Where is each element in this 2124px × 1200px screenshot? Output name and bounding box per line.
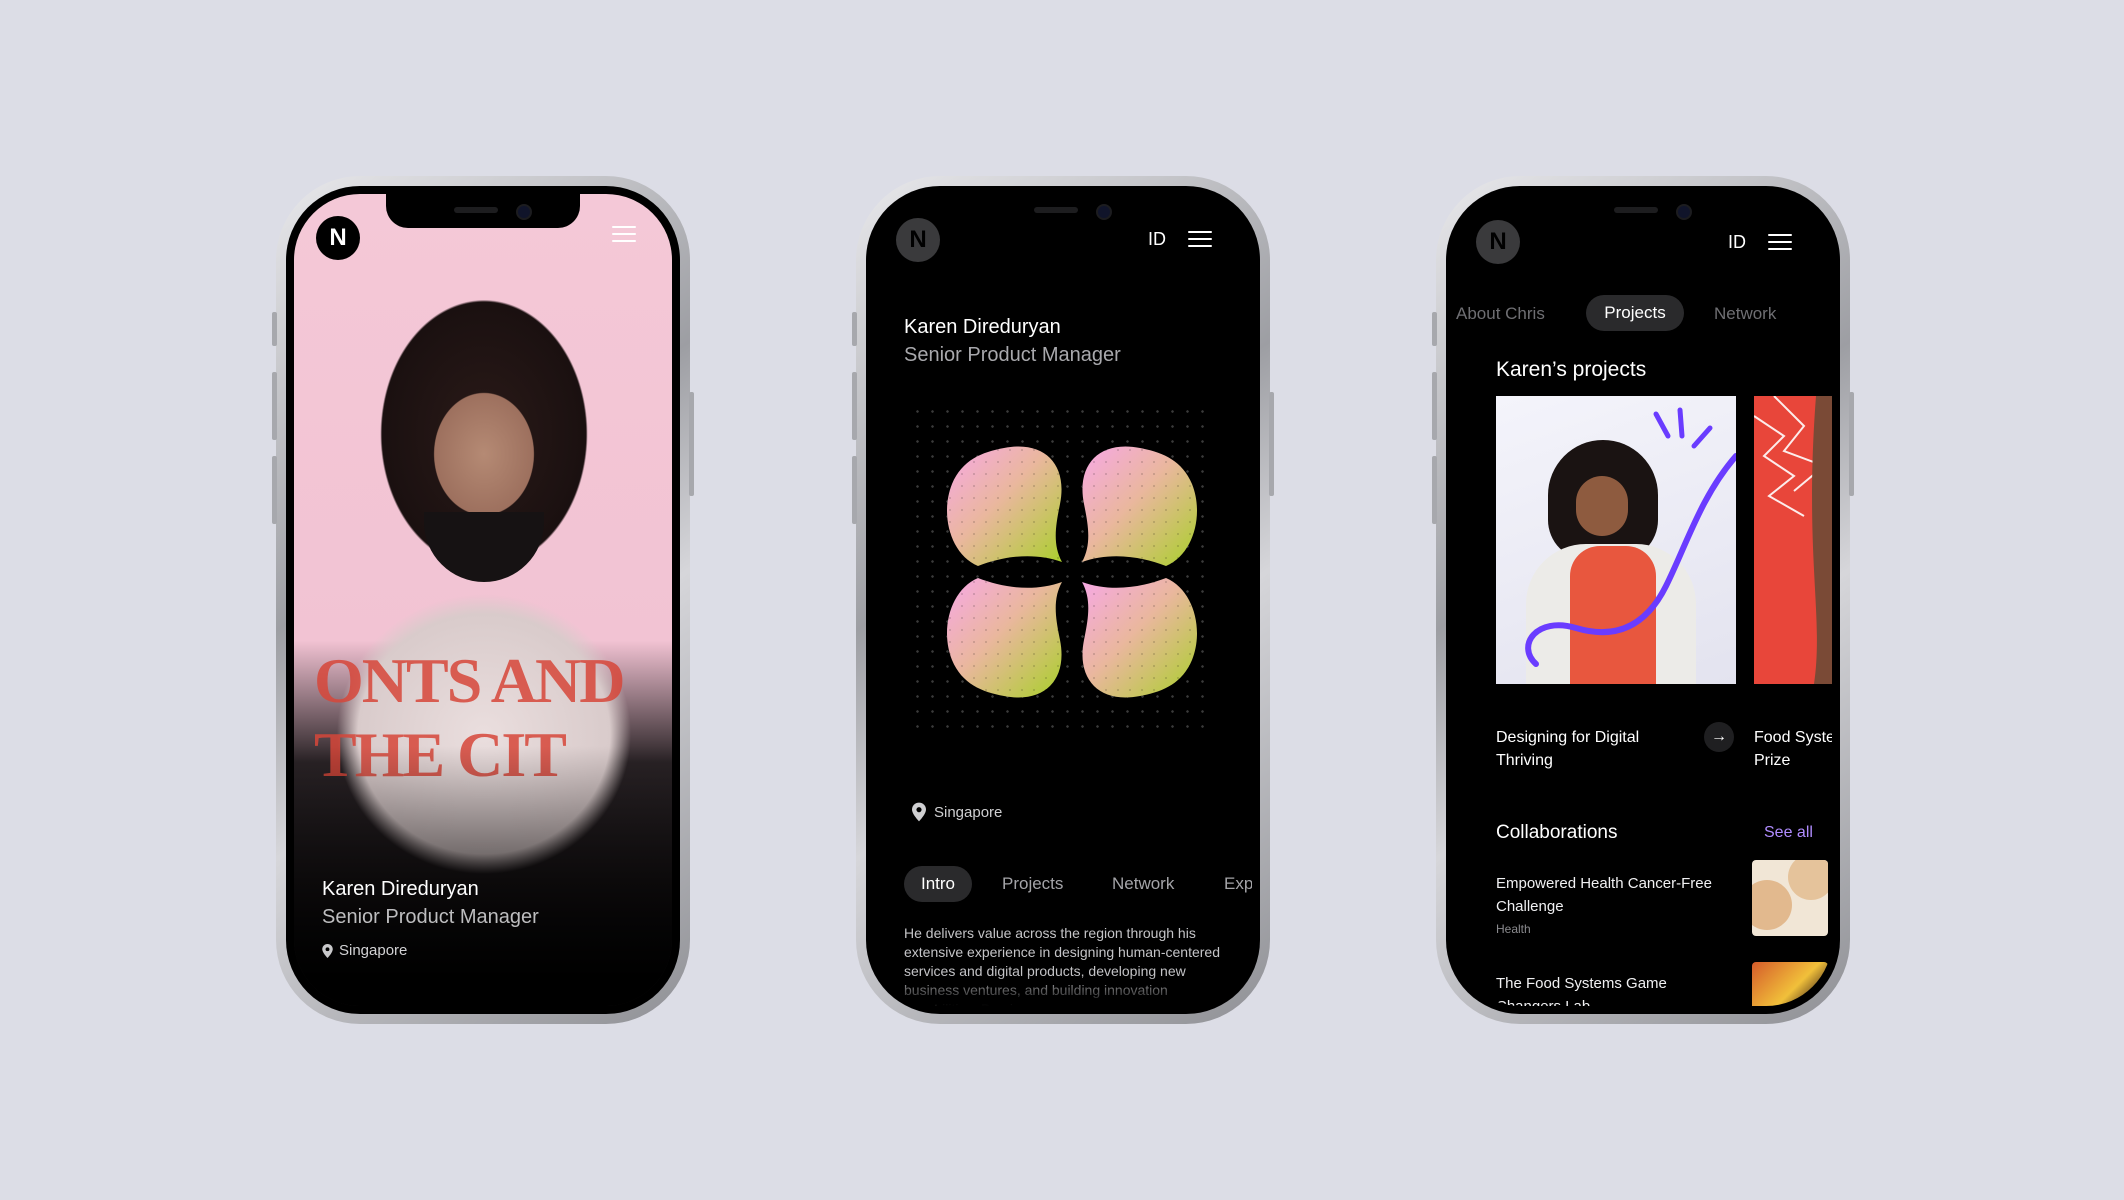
- collab-tag-health: Health: [1496, 922, 1531, 936]
- tab-projects[interactable]: Projects: [1002, 874, 1063, 894]
- location-row: Singapore: [912, 802, 1002, 822]
- profile-name: Karen Direduryan: [322, 878, 479, 900]
- phone-mockup-intro: N ID Karen Direduryan Senior Product Man…: [852, 176, 1274, 1024]
- menu-icon[interactable]: [612, 226, 636, 244]
- profile-role: Senior Product Manager: [904, 344, 1121, 366]
- tab-network[interactable]: Network: [1112, 874, 1174, 894]
- project-title-digital-thriving[interactable]: Designing for Digital Thriving: [1496, 726, 1666, 772]
- location-text: Singapore: [934, 803, 1003, 821]
- menu-icon[interactable]: [1188, 231, 1212, 249]
- brand-logo-button[interactable]: N: [896, 218, 940, 262]
- tab-intro[interactable]: Intro: [904, 866, 972, 902]
- projects-heading: Karen’s projects: [1496, 358, 1647, 381]
- phone-mockup-profile-photo: ONTS AND THE CIT N Karen Direduryan Seni…: [272, 176, 694, 1024]
- front-camera: [1096, 204, 1112, 220]
- brand-logo-button[interactable]: N: [316, 216, 360, 260]
- location-pin-icon: [912, 802, 926, 822]
- collab-thumbnail-cancer-free[interactable]: [1752, 860, 1828, 936]
- project-card-image-digital-thriving[interactable]: [1496, 396, 1736, 684]
- profile-name: Karen Direduryan: [904, 316, 1061, 338]
- profile-intro-screen: N ID Karen Direduryan Senior Product Man…: [874, 194, 1252, 1006]
- phone-mockup-projects: N ID About Chris Projects Network Karen’…: [1432, 176, 1854, 1024]
- see-all-link[interactable]: See all: [1764, 824, 1813, 842]
- collab-title-food-game-changers[interactable]: The Food Systems Game Changers Lab: [1496, 972, 1736, 1006]
- projects-screen: N ID About Chris Projects Network Karen’…: [1454, 194, 1832, 1006]
- tab-network[interactable]: Network: [1714, 304, 1776, 324]
- profile-hero-screen: ONTS AND THE CIT N Karen Direduryan Seni…: [294, 194, 672, 1006]
- collab-title-cancer-free[interactable]: Empowered Health Cancer-Free Challenge: [1496, 872, 1746, 918]
- collaborations-heading: Collaborations: [1496, 822, 1618, 843]
- location-text: Singapore: [339, 942, 408, 959]
- project-card-image-food-systems[interactable]: [1754, 396, 1832, 684]
- collab-thumbnail-food-game-changers[interactable]: [1752, 962, 1828, 1006]
- brand-logo-button[interactable]: N: [1476, 220, 1520, 264]
- arrow-right-icon[interactable]: →: [1704, 722, 1734, 752]
- front-camera: [1676, 204, 1692, 220]
- tab-experience[interactable]: Exp: [1224, 874, 1252, 894]
- language-toggle[interactable]: ID: [1148, 229, 1166, 250]
- profile-role: Senior Product Manager: [322, 906, 539, 928]
- front-camera: [516, 204, 532, 220]
- language-toggle[interactable]: ID: [1728, 232, 1746, 253]
- tab-about[interactable]: About Chris: [1456, 304, 1545, 324]
- menu-icon[interactable]: [1768, 234, 1792, 252]
- scribble-graphic: [1525, 407, 1736, 667]
- tab-projects[interactable]: Projects: [1586, 295, 1684, 331]
- location-row: Singapore: [322, 942, 407, 959]
- location-pin-icon: [322, 943, 333, 958]
- project-title-food-systems[interactable]: Food Systems Vision Prize: [1754, 726, 1832, 772]
- brand-blob-graphic: [944, 444, 1200, 700]
